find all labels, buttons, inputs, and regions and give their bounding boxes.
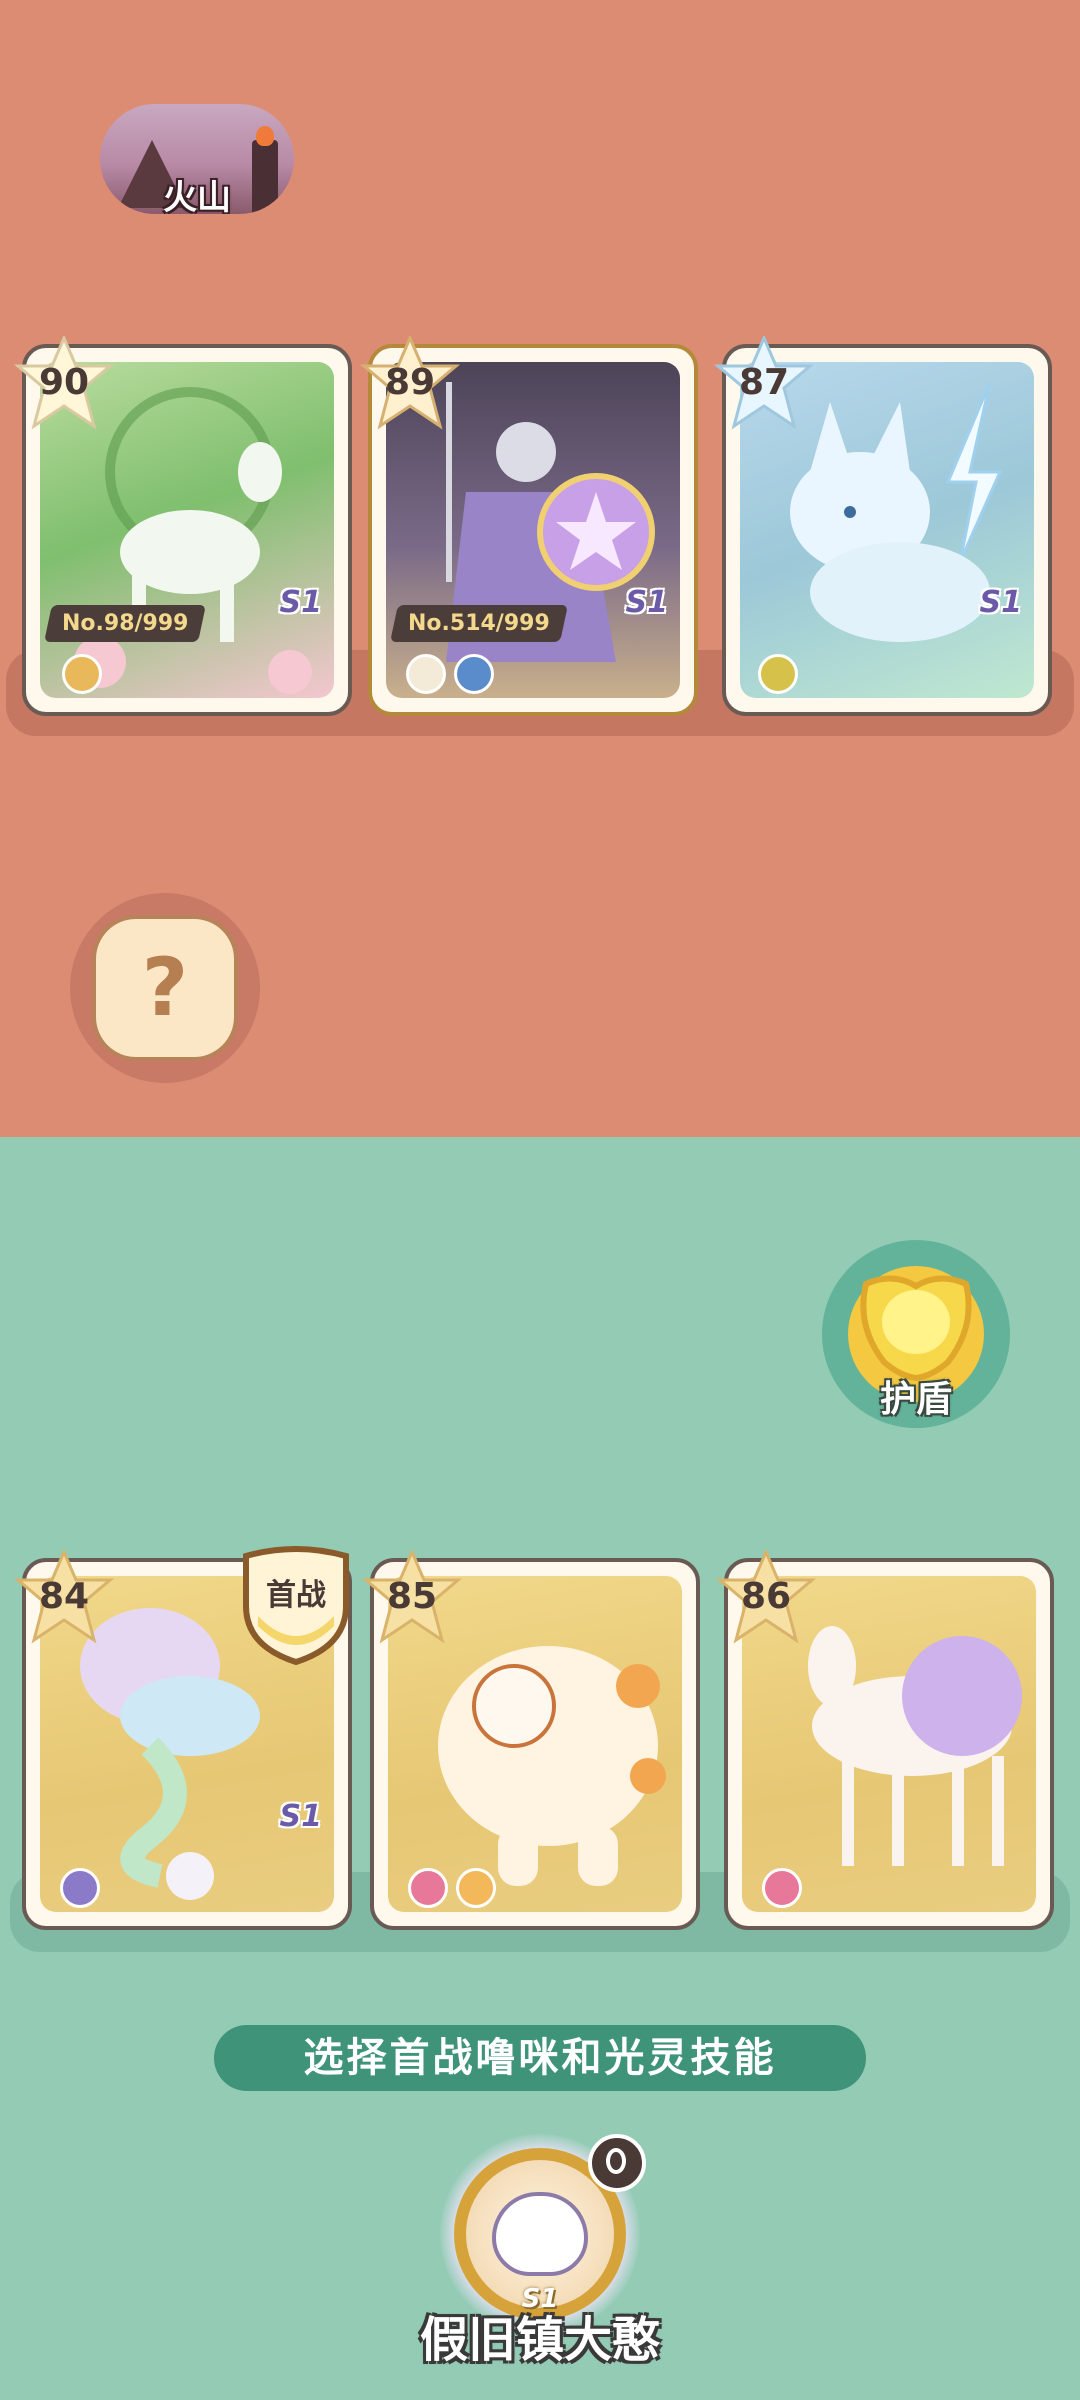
selection-prompt: 选择首战噜咪和光灵技能 [214,2025,866,2091]
rating-badge: 85 [362,1550,462,1650]
rating-value: 89 [384,362,436,403]
serial-number: No.514/999 [390,605,568,642]
shield-icon [860,1275,972,1382]
skill-icon [62,654,102,694]
rating-badge: 86 [716,1550,816,1650]
location-badge[interactable]: 火山 [100,104,294,214]
season-tag: S1 [625,585,668,620]
rating-badge: 87 [714,336,814,436]
rating-value: 86 [740,1576,792,1617]
enemy-card-3[interactable]: 87 S1 [714,336,1052,716]
lightning-skill-icon [758,654,798,694]
flame-icon [256,126,274,146]
serial-number: No.98/999 [44,605,207,642]
crown-skill-icon [406,654,446,694]
rating-value: 85 [386,1576,438,1617]
player-card-1[interactable]: 84 S1 首战 [14,1546,352,1930]
hexagon-skill-icon [454,654,494,694]
player-card-2[interactable]: 85 [362,1550,700,1930]
first-battle-badge: 首战 [238,1546,354,1666]
flower-skill-icon [762,1868,802,1908]
rating-badge: 90 [14,336,114,436]
coin-skill-icon [456,1868,496,1908]
shield-label: 护盾 [879,1379,952,1420]
rating-value: 90 [38,362,90,403]
rating-badge: 89 [360,336,460,436]
skill-icon [60,1868,100,1908]
player-name: 假旧镇大憨 [419,2312,660,2368]
magnify-icon[interactable] [588,2134,646,2192]
season-tag: S1 [279,585,322,620]
season-tag: S1 [979,585,1022,620]
player-card-3[interactable]: 86 [716,1550,1054,1930]
flower-skill-icon [408,1868,448,1908]
pet-portrait [492,2192,588,2276]
rating-value: 84 [38,1576,90,1617]
rating-badge: 84 [14,1550,114,1650]
shield-button[interactable]: 护盾 [822,1240,1010,1428]
season-tag: S1 [279,1799,322,1834]
help-button[interactable]: ? [70,893,260,1083]
question-mark-icon: ? [92,915,238,1061]
rating-value: 87 [738,362,790,403]
enemy-card-2[interactable]: 89 No.514/999 S1 [360,336,698,716]
location-label: 火山 [163,178,231,214]
enemy-card-1[interactable]: 90 No.98/999 S1 [14,336,352,716]
